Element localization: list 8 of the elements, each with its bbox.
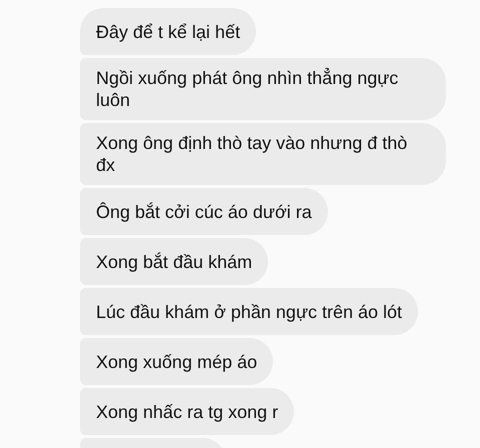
message-bubble: Ông bắt cởi cúc áo dưới ra — [80, 188, 328, 235]
message-bubble: Lúc đầu khám ở phần ngực trên áo lót — [80, 288, 418, 335]
message-bubble: Ngồi xuống phát ông nhìn thẳng ngực luôn — [80, 58, 446, 120]
message-bubble: Xong xuống mép áo — [80, 338, 274, 385]
message-bubble: Xong nhấc ra tg xong r — [80, 388, 294, 435]
message-bubble: Đây để t kể lại hết — [80, 8, 256, 55]
message-bubble: Xong bắt đầu khám — [80, 238, 268, 285]
message-bubble: Xong ông định thò tay vào nhưng đ thò đx — [80, 123, 446, 185]
